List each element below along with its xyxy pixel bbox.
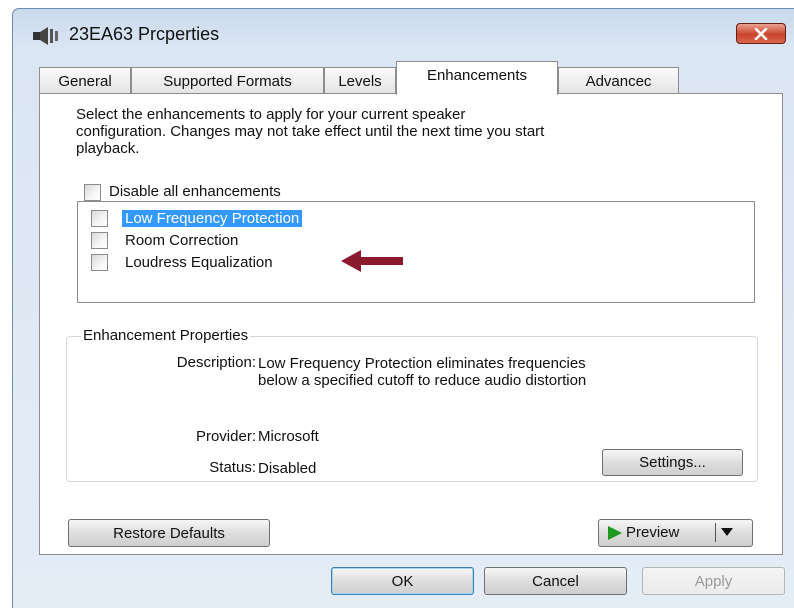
restore-defaults-button[interactable]: Restore Defaults — [68, 519, 270, 547]
enhancement-checkbox[interactable] — [91, 254, 108, 271]
enhancement-properties-group: Enhancement Properties Description: Low … — [66, 327, 758, 482]
disable-all-label[interactable]: Disable all enhancements — [109, 183, 281, 200]
description-value: Low Frequency Protection eliminates freq… — [258, 355, 586, 389]
speaker-icon — [33, 27, 58, 45]
tab-levels[interactable]: Levels — [324, 67, 396, 94]
status-value: Disabled — [258, 460, 317, 477]
close-button[interactable] — [736, 23, 786, 44]
ok-button[interactable]: OK — [331, 567, 474, 595]
play-icon — [608, 526, 622, 540]
list-item[interactable]: Room Correction — [78, 230, 478, 252]
enhancement-label: Loudress Equalization — [125, 254, 273, 271]
split-separator — [715, 523, 716, 542]
enhancement-checkbox[interactable] — [91, 232, 108, 249]
group-legend: Enhancement Properties — [81, 327, 251, 344]
properties-dialog: 23EA63 Prcperties General Supported Form… — [12, 8, 794, 608]
window-title: 23EA63 Prcperties — [69, 24, 220, 44]
intro-line: configuration. Changes may not take effe… — [76, 123, 545, 140]
status-label: Status: — [209, 459, 256, 476]
annotation-arrow-icon — [341, 250, 403, 272]
description-line: Low Frequency Protection eliminates freq… — [258, 355, 586, 372]
list-item[interactable]: Loudress Equalization — [78, 252, 478, 274]
dropdown-arrow-icon[interactable] — [721, 528, 733, 537]
tab-advanced[interactable]: Advancec — [558, 67, 679, 94]
enhancements-panel: Select the enhancements to apply for you… — [39, 93, 783, 555]
cancel-button[interactable]: Cancel — [484, 567, 627, 595]
intro-text: Select the enhancements to apply for you… — [76, 106, 766, 157]
enhancements-list[interactable]: Low Frequency Protection Room Correction… — [77, 201, 755, 303]
title-bar[interactable]: 23EA63 Prcperties — [13, 9, 794, 55]
close-x-icon — [754, 27, 768, 40]
description-label: Description: — [176, 354, 256, 371]
enhancement-label: Low Frequency Protection — [122, 210, 303, 227]
tab-general[interactable]: General — [39, 67, 131, 94]
description-line: below a specified cutoff to reduce audio… — [258, 372, 587, 389]
preview-label: Preview — [626, 524, 680, 541]
provider-value: Microsoft — [258, 428, 319, 445]
tab-enhancements[interactable]: Enhancements — [396, 61, 558, 95]
enhancement-checkbox[interactable] — [91, 210, 108, 227]
enhancement-label: Room Correction — [125, 232, 239, 249]
tab-supported-formats[interactable]: Supported Formats — [131, 67, 324, 94]
intro-line: Select the enhancements to apply for you… — [76, 106, 466, 123]
settings-button[interactable]: Settings... — [602, 449, 743, 476]
preview-split-button[interactable]: Preview — [598, 519, 753, 547]
provider-label: Provider: — [195, 428, 256, 445]
apply-button[interactable]: Apply — [642, 567, 785, 595]
disable-all-checkbox[interactable] — [84, 184, 101, 201]
intro-line: playback. — [76, 140, 140, 157]
list-item[interactable]: Low Frequency Protection — [78, 208, 478, 230]
